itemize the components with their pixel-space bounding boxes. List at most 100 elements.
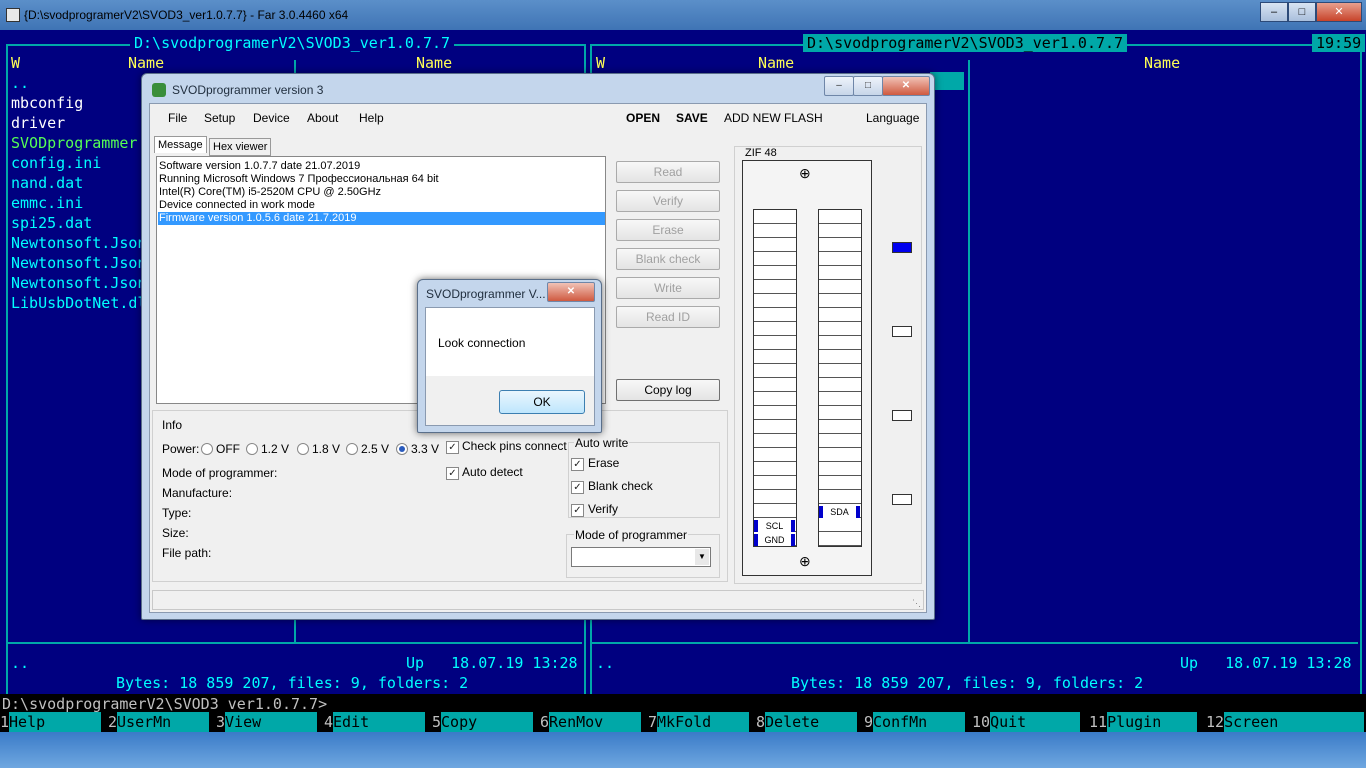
file-item[interactable]: nand.dat	[11, 174, 83, 192]
status-led	[892, 242, 912, 253]
file-item[interactable]: mbconfig	[11, 94, 83, 112]
right-col-name1: Name	[758, 54, 795, 72]
tab-message[interactable]: Message	[154, 136, 207, 153]
file-item[interactable]: Newtonsoft.Json	[11, 254, 146, 272]
menu-help[interactable]: Help	[359, 111, 384, 125]
menu-language[interactable]: Language	[866, 111, 919, 125]
key-num: 4	[324, 712, 334, 732]
menu-about[interactable]: About	[307, 111, 338, 125]
key-f6[interactable]: 6RenMov	[540, 712, 642, 732]
mode-group-title: Mode of programmer	[574, 528, 689, 542]
right-panel-path[interactable]: D:\svodprogramerV2\SVOD3_ver1.0.7.7	[803, 34, 1128, 52]
left-bottom-name: ..	[11, 654, 30, 672]
info-title: Info	[162, 418, 183, 432]
file-item[interactable]: Newtonsoft.Json	[11, 274, 146, 292]
file-item[interactable]: Newtonsoft.Json	[11, 234, 146, 252]
resize-grip-icon[interactable]: ⋱	[912, 598, 921, 609]
svod-minimize-button[interactable]: –	[824, 76, 854, 96]
key-f5[interactable]: 5Copy	[432, 712, 534, 732]
svod-close-button[interactable]: ✕	[882, 76, 930, 96]
menu-open[interactable]: OPEN	[626, 111, 660, 125]
power-off-radio[interactable]	[201, 443, 213, 455]
auto-blank-check-label: Blank check	[588, 479, 653, 493]
chevron-down-icon[interactable]: ▼	[695, 549, 709, 565]
tab-hex-viewer[interactable]: Hex viewer	[209, 138, 272, 156]
power-1-8v-radio[interactable]	[297, 443, 309, 455]
verify-button[interactable]: Verify	[616, 190, 720, 212]
close-button[interactable]: ✕	[1316, 2, 1362, 22]
read-button[interactable]: Read	[616, 161, 720, 183]
key-f9[interactable]: 9ConfMn	[864, 712, 966, 732]
file-item[interactable]: SVODprogrammer	[11, 134, 137, 152]
auto-erase-checkbox[interactable]: ✓	[571, 458, 584, 471]
zif-pin-row	[754, 294, 796, 308]
zif-pin-row	[819, 476, 861, 490]
auto-detect-checkbox[interactable]: ✓	[446, 467, 459, 480]
power-2-5v-radio[interactable]	[346, 443, 358, 455]
left-panel-path[interactable]: D:\svodprogramerV2\SVOD3_ver1.0.7.7	[130, 34, 455, 52]
auto-verify-checkbox[interactable]: ✓	[571, 504, 584, 517]
size-label: Size:	[162, 526, 189, 540]
message-dialog: SVODprogrammer V... ✕ Look connection OK	[417, 279, 602, 433]
file-item[interactable]: emmc.ini	[11, 194, 83, 212]
erase-button[interactable]: Erase	[616, 219, 720, 241]
right-bottom-info: Up 18.07.19 13:28	[1180, 654, 1352, 672]
file-item[interactable]: LibUsbDotNet.dl	[11, 294, 146, 312]
key-label: Edit	[333, 712, 426, 732]
key-f11[interactable]: 11Plugin	[1089, 712, 1198, 732]
maximize-button[interactable]: □	[1288, 2, 1316, 22]
key-num: 5	[432, 712, 442, 732]
zif-pin-row	[819, 378, 861, 392]
key-f7[interactable]: 7MkFold	[648, 712, 750, 732]
check-pins-checkbox[interactable]: ✓	[446, 441, 459, 454]
file-item[interactable]: config.ini	[11, 154, 101, 172]
key-f10[interactable]: 10Quit	[972, 712, 1081, 732]
write-button[interactable]: Write	[616, 277, 720, 299]
zif-pin-row	[754, 420, 796, 434]
menu-file[interactable]: File	[168, 111, 187, 125]
zif-pin-row	[754, 462, 796, 476]
mode-select[interactable]: ▼	[571, 547, 711, 567]
message-dialog-close-button[interactable]: ✕	[547, 282, 595, 302]
key-f8[interactable]: 8Delete	[756, 712, 858, 732]
menu-setup[interactable]: Setup	[204, 111, 235, 125]
command-line[interactable]: D:\svodprogramerV2\SVOD3_ver1.0.7.7>	[0, 694, 1366, 714]
key-num: 9	[864, 712, 874, 732]
file-item[interactable]: ..	[11, 74, 29, 92]
zif-pin-row	[819, 238, 861, 252]
menu-device[interactable]: Device	[253, 111, 290, 125]
key-f2[interactable]: 2UserMn	[108, 712, 210, 732]
menu-add-new-flash[interactable]: ADD NEW FLASH	[724, 111, 823, 125]
power-1-2v-radio[interactable]	[246, 443, 258, 455]
read-id-button[interactable]: Read ID	[616, 306, 720, 328]
ok-button[interactable]: OK	[499, 390, 585, 414]
auto-blank-check-checkbox[interactable]: ✓	[571, 481, 584, 494]
power-1-8v-label: 1.8 V	[312, 442, 341, 456]
zif-pin-row	[754, 280, 796, 294]
log-line: Intel(R) Core(TM) i5-2520M CPU @ 2.50GHz	[159, 186, 382, 198]
key-f1[interactable]: 1Help	[0, 712, 102, 732]
zif-pin-row	[819, 350, 861, 364]
file-item[interactable]: spi25.dat	[11, 214, 92, 232]
svod-window-title: SVODprogrammer version 3	[172, 83, 324, 97]
key-f3[interactable]: 3View	[216, 712, 318, 732]
far-window-title: {D:\svodprogramerV2\SVOD3_ver1.0.7.7} - …	[24, 8, 349, 22]
key-f12[interactable]: 12Screen	[1206, 712, 1365, 732]
key-num: 1	[0, 712, 10, 732]
key-f4[interactable]: 4Edit	[324, 712, 426, 732]
minimize-button[interactable]: –	[1260, 2, 1288, 22]
blank-check-button[interactable]: Blank check	[616, 248, 720, 270]
power-3-3v-radio[interactable]	[396, 443, 408, 455]
svod-maximize-button[interactable]: □	[853, 76, 883, 96]
copy-log-button[interactable]: Copy log	[616, 379, 720, 401]
file-item[interactable]: driver	[11, 114, 65, 132]
pin-sda: SDA	[819, 506, 860, 518]
menu-save[interactable]: SAVE	[676, 111, 708, 125]
zif-pin-row	[819, 448, 861, 462]
key-num: 11	[1089, 712, 1108, 732]
key-num: 2	[108, 712, 118, 732]
pin-scl: SCL	[754, 520, 795, 532]
zif-pin-row	[819, 308, 861, 322]
zif-pin-row	[754, 224, 796, 238]
log-line: Device connected in work mode	[159, 199, 315, 211]
